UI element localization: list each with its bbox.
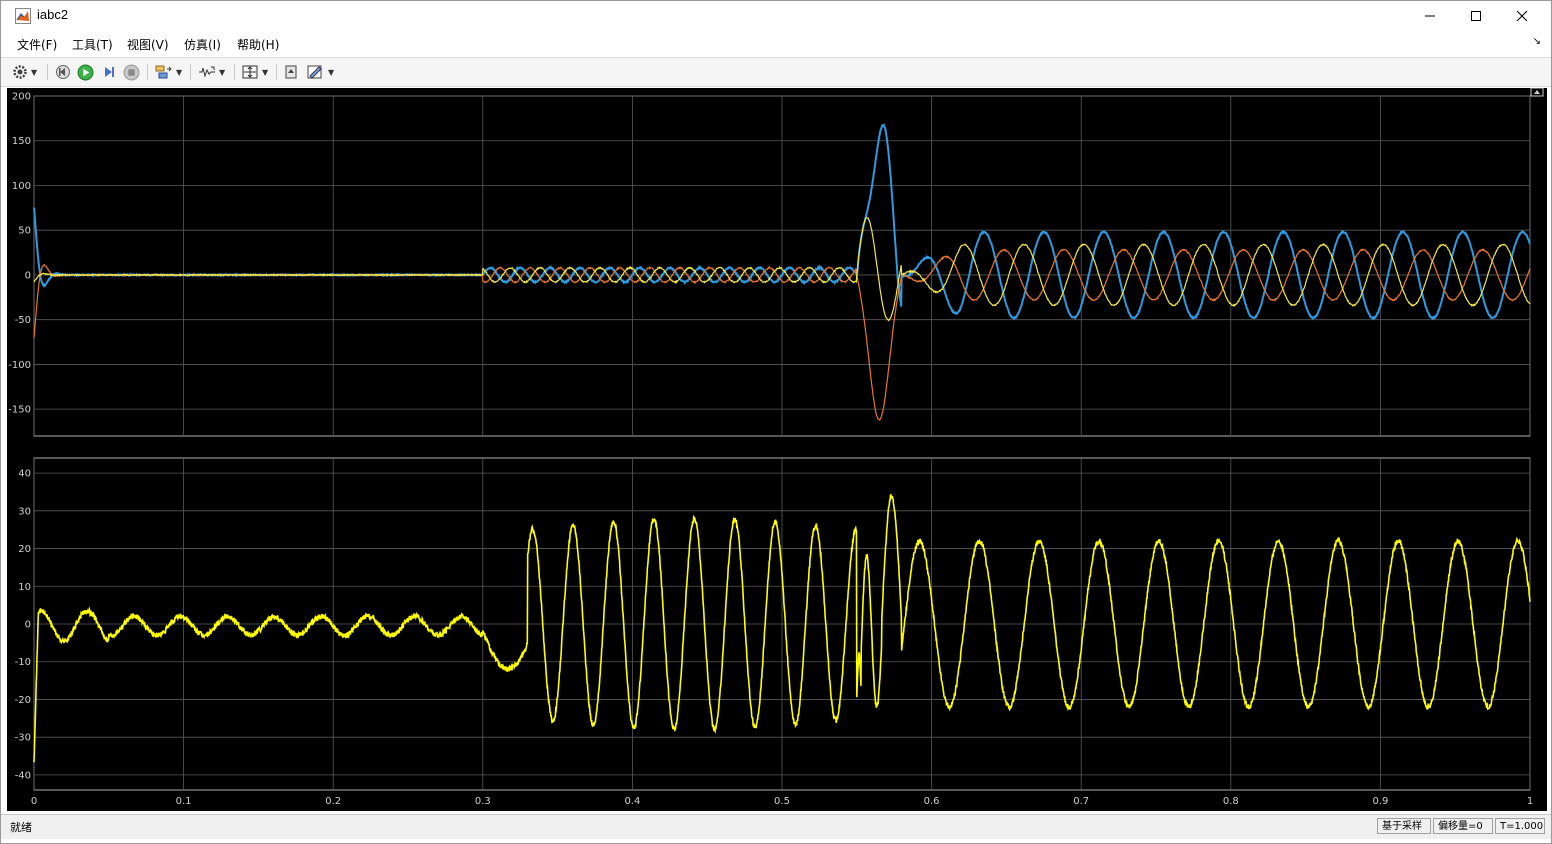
simulation-data-button[interactable]: ▼ [155,62,182,82]
step-forward-icon [105,67,114,77]
close-button[interactable] [1499,1,1545,31]
x-tick-label: 1 [1527,796,1533,807]
y-tick-label: -20 [15,695,31,706]
y-tick-label: -30 [15,733,31,744]
time-readout: T=1.000 [1495,818,1545,834]
minimize-button[interactable] [1407,1,1453,31]
y-tick-label: -10 [15,657,31,668]
maximize-button[interactable] [1453,1,1499,31]
menu-bar: 文件(F) 工具(T) 视图(V) 仿真(I) 帮助(H) ↘ [1,33,1551,55]
autoscale-icon [242,65,258,79]
plot-canvas: 200150100500-50-100-150 0 0.1 0.2 0.3 0.4 0.5… [8,87,1544,807]
bottom-axes[interactable]: 0 0.1 0.2 0.3 0.4 0.5 0.6 0.7 0.8 0.9 1 40 30 20 10 0 -1… [15,457,1534,807]
maximize-icon [1471,11,1481,21]
menu-tools[interactable]: 工具(T) [72,36,113,53]
top-axes[interactable]: 200 150 100 50 0 -50 -100 -150 [8,92,1531,437]
x-tick-label: 0 [31,796,37,807]
y-tick-label: -50 [15,315,31,326]
y-tick-label: 20 [18,544,31,555]
style-icon [307,65,322,79]
y-tick-label: 40 [18,469,31,480]
plot-area: 200 150 100 50 0 -50 -100 -150 0 0.1 0.2 0.3 0.4 0.5… [7,87,1547,811]
y-tick-label: -40 [15,770,31,781]
menu-file[interactable]: 文件(F) [17,36,57,53]
zoom-trigger-button[interactable]: ▼ [198,62,225,82]
y-tick-label: 200 [12,92,31,103]
toolbar-separator [47,64,48,80]
step-forward-button[interactable] [101,62,117,82]
sampling-mode: 基于采样 [1377,818,1431,834]
simulation-data-icon [155,65,172,79]
status-text: 就绪 [10,821,32,834]
settings-icon [13,65,27,79]
y-tick-label: 30 [18,506,31,517]
restore-icon [285,65,297,79]
toolbar-separator [147,64,148,80]
x-tick-label: 0.5 [774,796,790,807]
minimize-icon [1425,15,1435,17]
run-icon [77,64,94,80]
toolbar-separator [276,64,277,80]
undock-icon[interactable] [1530,87,1544,97]
step-back-button[interactable] [55,62,71,82]
x-tick-label: 0.3 [475,796,491,807]
window-title: iabc2 [37,7,69,22]
x-tick-label: 0.1 [176,796,192,807]
menu-help[interactable]: 帮助(H) [237,36,279,53]
y-tick-label: 0 [25,620,31,631]
stop-icon [123,64,140,80]
stop-button[interactable] [123,62,140,82]
x-tick-label: 0.6 [924,796,940,807]
matlab-icon [15,8,31,24]
y-tick-label: 0 [25,270,31,281]
offset-readout: 偏移量=0 [1433,818,1493,834]
style-button[interactable]: ▼ [307,62,334,82]
x-tick-label: 0.4 [624,796,640,807]
title-bar[interactable]: iabc2 [1,1,1551,31]
step-back-icon [56,65,70,79]
run-button[interactable] [77,62,94,82]
y-tick-label: -100 [8,360,31,371]
x-tick-label: 0.8 [1223,796,1239,807]
zoom-trigger-icon [199,66,215,78]
expand-toolbar-icon[interactable]: ↘ [1533,36,1541,47]
x-tick-label: 0.2 [325,796,341,807]
toolbar: ▼ ▼ ▼ ▼ ▼ [1,57,1551,87]
close-icon [1516,10,1528,22]
y-tick-label: 50 [18,226,31,237]
x-tick-label: 0.9 [1372,796,1388,807]
toolbar-separator [190,64,191,80]
y-tick-label: 150 [12,136,31,147]
y-tick-label: 10 [18,582,31,593]
y-tick-label: -150 [8,405,31,416]
x-tick-label: 0.7 [1073,796,1089,807]
toolbar-separator [234,64,235,80]
status-bar: 就绪 基于采样 偏移量=0 T=1.000 [1,814,1551,839]
scope-window: iabc2 文件(F) 工具(T) 视图(V) 仿真(I) 帮助(H) ↘ ▼ [0,0,1552,844]
autoscale-button[interactable]: ▼ [241,62,268,82]
menu-simulation[interactable]: 仿真(I) [184,36,221,53]
y-tick-label: 100 [12,181,31,192]
menu-view[interactable]: 视图(V) [127,36,169,53]
restore-button[interactable] [283,62,299,82]
settings-button[interactable]: ▼ [12,62,37,82]
